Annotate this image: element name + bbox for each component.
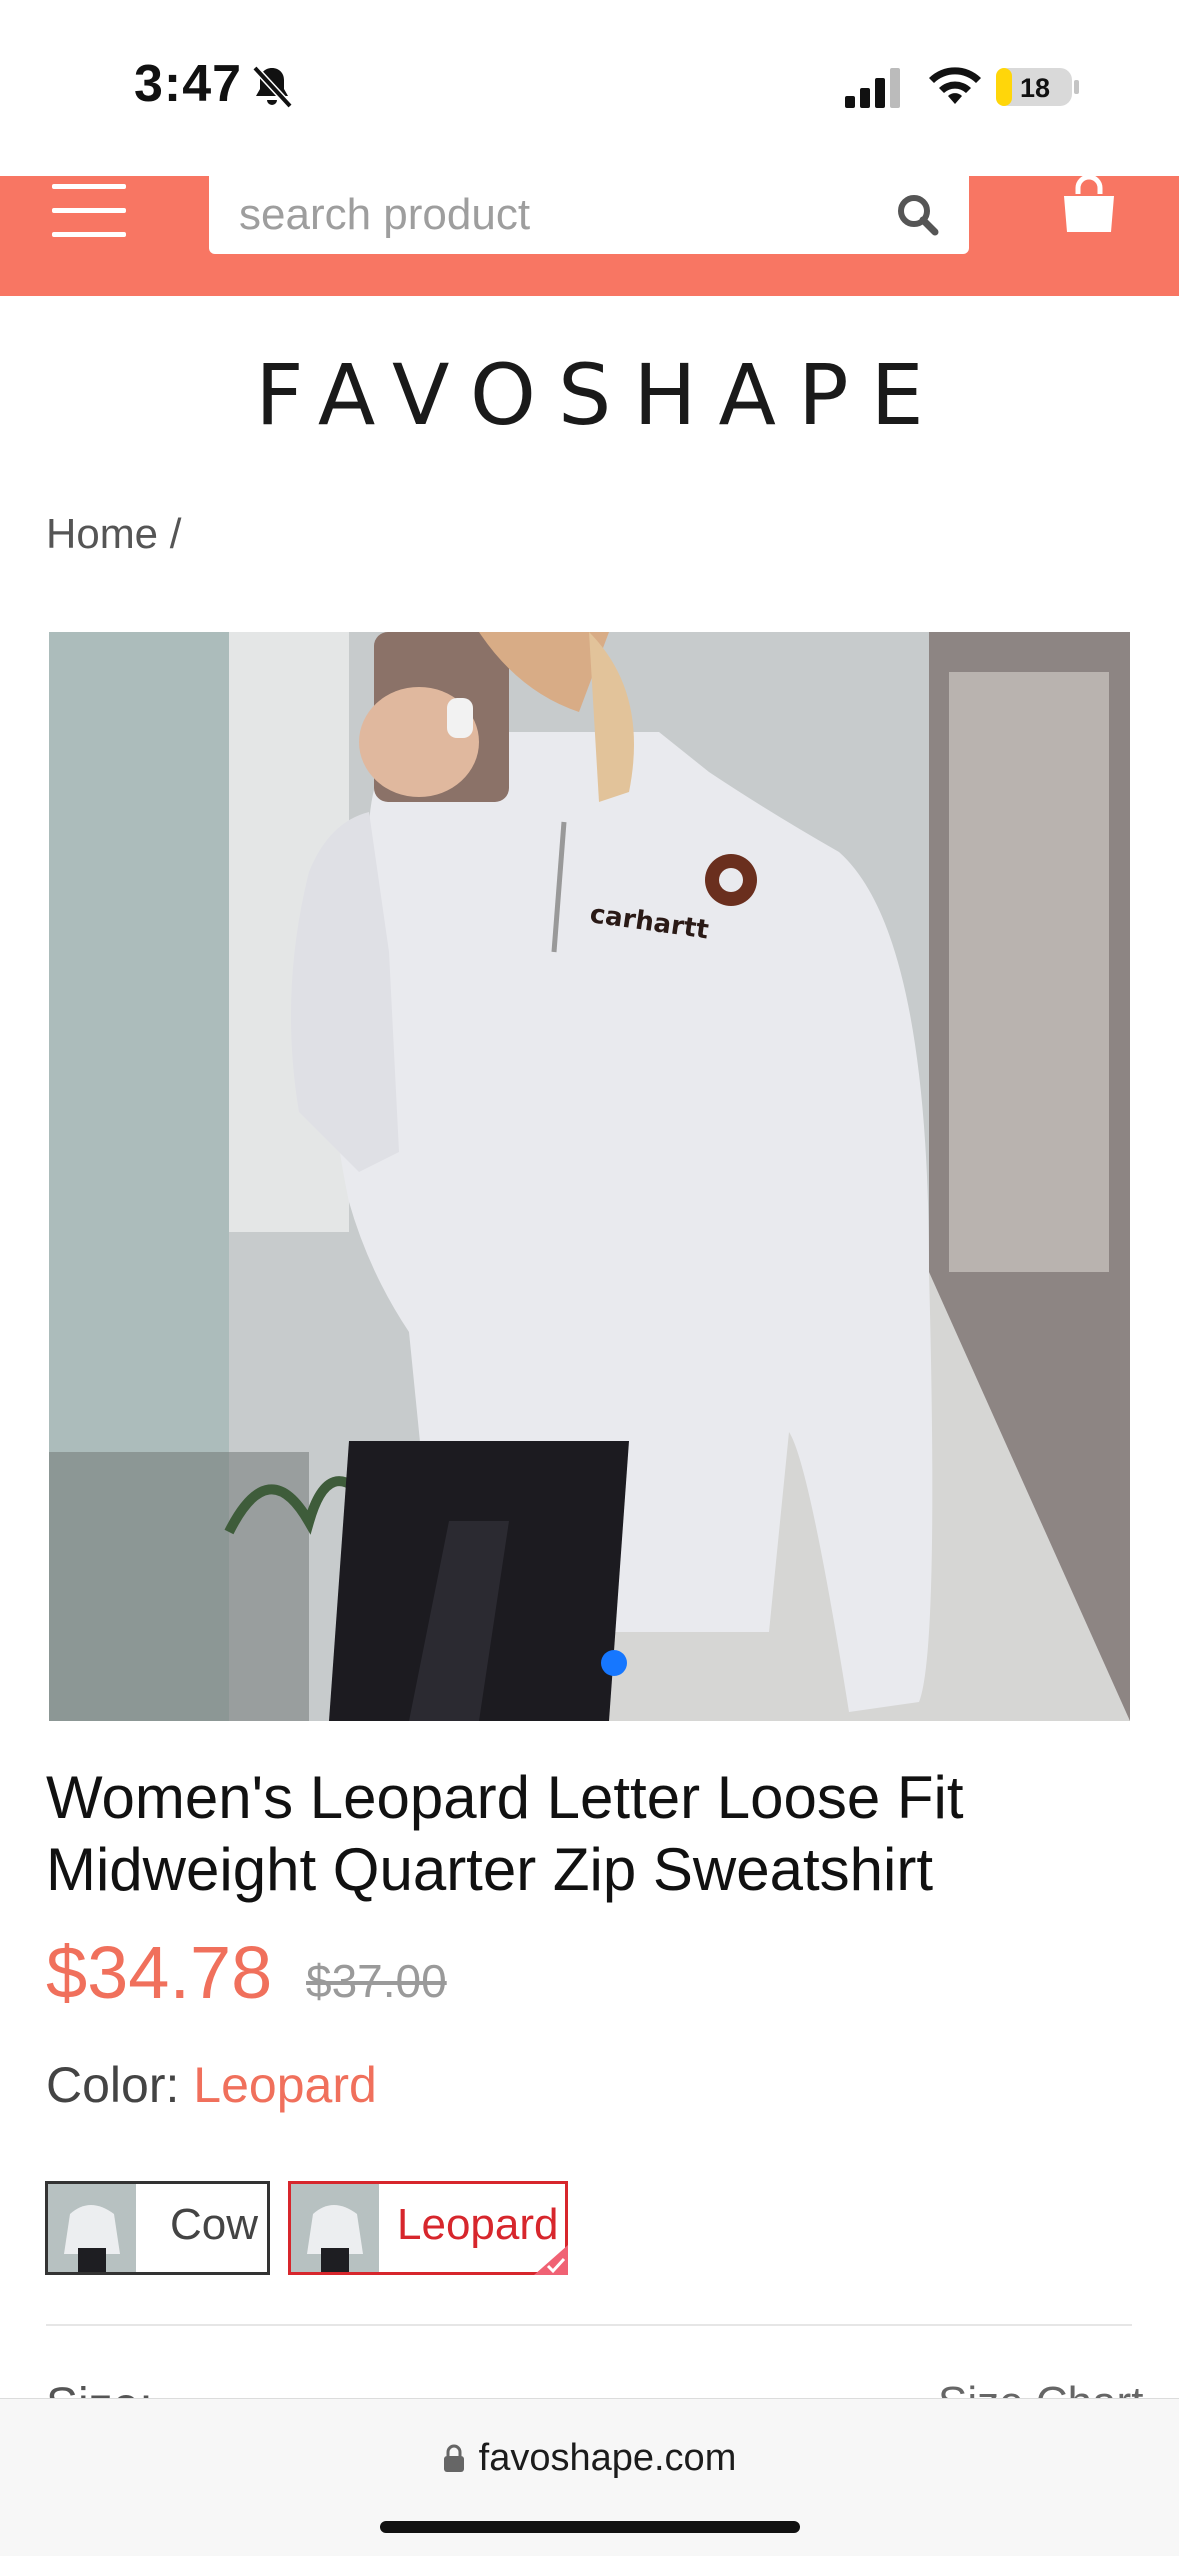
- search-input[interactable]: [239, 186, 859, 244]
- color-swatch-leopard[interactable]: Leopard: [288, 2181, 568, 2275]
- browser-address-bar[interactable]: favoshape.com: [0, 2398, 1179, 2556]
- battery-icon: 18: [996, 68, 1079, 106]
- site-header: [0, 176, 1179, 296]
- swatch-thumbnail: [48, 2184, 136, 2272]
- search-bar: [209, 176, 969, 254]
- product-image[interactable]: carhartt: [49, 632, 1130, 1721]
- bell-slash-icon: [252, 65, 293, 109]
- status-bar: 3:47 18: [0, 0, 1179, 176]
- carousel-dot-active[interactable]: [601, 1650, 627, 1676]
- lock-icon: [443, 2444, 464, 2472]
- search-icon[interactable]: [895, 192, 941, 238]
- product-price: $34.78: [46, 1931, 273, 2014]
- color-swatch-cow[interactable]: Cow: [45, 2181, 270, 2275]
- battery-level: 18: [1020, 73, 1050, 103]
- swatch-thumbnail: [291, 2184, 379, 2272]
- breadcrumb[interactable]: Home /: [46, 510, 181, 558]
- menu-icon[interactable]: [52, 180, 126, 246]
- wifi-icon: [929, 67, 981, 104]
- signal-icon: [845, 68, 900, 108]
- product-photo: carhartt: [49, 632, 1130, 1721]
- url-text: favoshape.com: [478, 2437, 737, 2479]
- color-row: Color: Leopard: [46, 2056, 377, 2114]
- color-label: Color:: [46, 2057, 180, 2113]
- product-old-price: $37.00: [306, 1955, 447, 2007]
- url-display[interactable]: favoshape.com: [0, 2437, 1179, 2480]
- swatch-label: Leopard: [397, 2200, 559, 2249]
- section-divider: [46, 2324, 1132, 2326]
- home-indicator: [380, 2521, 800, 2533]
- color-selected-value: Leopard: [193, 2057, 377, 2113]
- product-title: Women's Leopard Letter Loose Fit Midweig…: [46, 1764, 964, 1903]
- shopping-bag-icon[interactable]: [1058, 176, 1120, 236]
- status-time: 3:47: [134, 55, 243, 113]
- check-icon: [534, 2245, 568, 2275]
- site-logo[interactable]: FAVOSHAPE: [0, 346, 1179, 444]
- swatch-label: Cow: [170, 2200, 259, 2249]
